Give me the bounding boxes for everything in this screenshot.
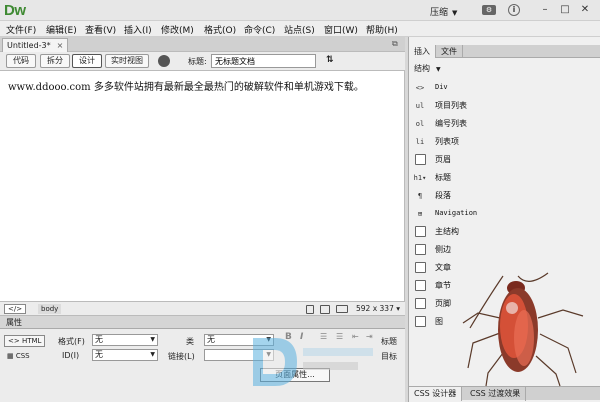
- minimize-button[interactable]: –: [538, 3, 552, 17]
- maximize-button[interactable]: □: [558, 3, 572, 17]
- id-select[interactable]: 无 ▼: [92, 349, 158, 361]
- menu-file[interactable]: 文件(F): [6, 23, 36, 36]
- info-icon[interactable]: i: [508, 4, 520, 16]
- insert-item-label: 章节: [435, 281, 451, 290]
- format-select[interactable]: 无 ▼: [92, 334, 158, 346]
- insert-unordered-list[interactable]: ul 项目列表: [409, 97, 599, 115]
- menu-bar: 文件(F) 编辑(E) 查看(V) 插入(I) 修改(M) 格式(O) 命令(C…: [0, 21, 600, 37]
- window-size[interactable]: 592 x 337 ▾: [356, 304, 400, 313]
- workspace-switcher[interactable]: 压缩 ▼: [430, 5, 457, 18]
- section-icon: [415, 280, 426, 291]
- insert-item-label: 列表项: [435, 137, 459, 146]
- file-management-icon[interactable]: ⇅: [326, 55, 334, 65]
- insert-div[interactable]: <> Div: [409, 79, 599, 97]
- design-view[interactable]: www.ddooo.com 多多软件站拥有最新最全最热门的破解软件和单机游戏下载…: [0, 71, 405, 301]
- menu-window[interactable]: 窗口(W): [324, 23, 358, 36]
- title-bar: Dw 压缩 ▼ ⚙ i – □ ✕: [0, 0, 600, 21]
- ol-icon: ol: [415, 120, 425, 128]
- code-view-button[interactable]: 代码: [6, 54, 36, 68]
- app-logo: Dw: [4, 2, 26, 19]
- footer-icon: [415, 298, 426, 309]
- tab-insert[interactable]: 插入: [409, 45, 436, 58]
- body-tag[interactable]: body: [38, 304, 62, 314]
- id-label: ID(I): [62, 351, 80, 360]
- insert-category-select[interactable]: 结构 ▼: [414, 63, 441, 74]
- menu-modify[interactable]: 修改(M): [161, 23, 194, 36]
- menu-view[interactable]: 查看(V): [85, 23, 116, 36]
- tab-css-designer[interactable]: CSS 设计器: [409, 387, 463, 401]
- document-tab[interactable]: Untitled-3* ×: [2, 38, 69, 52]
- document-title-input[interactable]: [211, 54, 316, 68]
- menu-format[interactable]: 格式(O): [204, 23, 236, 36]
- menu-insert[interactable]: 插入(I): [124, 23, 152, 36]
- nav-icon: ⊞: [417, 210, 423, 218]
- insert-ordered-list[interactable]: ol 编号列表: [409, 115, 599, 133]
- restore-icon[interactable]: ⧉: [392, 39, 398, 49]
- insert-item-label: Div: [435, 83, 448, 91]
- close-button[interactable]: ✕: [578, 3, 592, 17]
- insert-item-label: Navigation: [435, 209, 478, 217]
- insert-aside[interactable]: 侧边: [409, 241, 599, 259]
- figure-icon: [415, 316, 426, 327]
- insert-item-label: 编号列表: [435, 119, 467, 128]
- header-icon: [415, 154, 426, 165]
- properties-title: 属性: [6, 318, 22, 327]
- page-content-text[interactable]: www.ddooo.com 多多软件站拥有最新最全最热门的破解软件和单机游戏下载…: [8, 78, 364, 93]
- heading-icon: h1▾: [413, 174, 427, 182]
- tab-css-transitions[interactable]: CSS 过渡效果: [465, 387, 527, 401]
- insert-item-label: 主结构: [435, 227, 459, 236]
- status-bar: </> body 592 x 337 ▾: [0, 301, 405, 316]
- bottom-tab-bar: CSS 设计器 CSS 过渡效果: [409, 386, 600, 401]
- insert-item-label: 侧边: [435, 245, 451, 254]
- insert-item-label: 页脚: [435, 299, 451, 308]
- panel-tab-bar: 插入 文件: [409, 45, 600, 58]
- insert-item-label: 页眉: [435, 155, 451, 164]
- aside-icon: [415, 244, 426, 255]
- ul-icon: ul: [415, 102, 425, 110]
- settings-icon[interactable]: ⚙: [482, 5, 496, 15]
- menu-command[interactable]: 命令(C): [244, 23, 275, 36]
- globe-icon[interactable]: [158, 55, 170, 67]
- document-toolbar: 代码 拆分 设计 实时视图 标题: ⇅: [0, 52, 405, 71]
- css-mode-button[interactable]: ▦ CSS: [4, 351, 33, 363]
- insert-item-label: 标题: [435, 173, 451, 182]
- insert-heading[interactable]: h1▾ 标题: [409, 169, 599, 187]
- article-icon: [415, 262, 426, 273]
- document-tab-bar: Untitled-3* × ⧉: [0, 37, 405, 52]
- html-mode-button[interactable]: <> HTML: [4, 335, 46, 347]
- insert-item-label: 项目列表: [435, 101, 467, 110]
- main-icon: [415, 226, 426, 237]
- format-label: 格式(F): [58, 337, 85, 346]
- li-icon: li: [415, 138, 425, 146]
- paragraph-icon: ¶: [417, 192, 423, 200]
- design-view-button[interactable]: 设计: [72, 54, 102, 68]
- tablet-size-icon[interactable]: [320, 305, 330, 314]
- div-icon: <>: [415, 84, 425, 92]
- tab-files[interactable]: 文件: [436, 45, 463, 58]
- insert-header[interactable]: 页眉: [409, 151, 599, 169]
- split-view-button[interactable]: 拆分: [40, 54, 70, 68]
- insert-main[interactable]: 主结构: [409, 223, 599, 241]
- insert-item-label: 段落: [435, 191, 451, 200]
- menu-site[interactable]: 站点(S): [284, 23, 315, 36]
- insert-list-item[interactable]: li 列表项: [409, 133, 599, 151]
- watermark-logo: [253, 338, 373, 386]
- close-tab-icon[interactable]: ×: [57, 41, 64, 50]
- cockroach-illustration: [462, 272, 584, 387]
- class-label: 类: [186, 337, 194, 346]
- menu-edit[interactable]: 编辑(E): [46, 23, 77, 36]
- insert-paragraph[interactable]: ¶ 段落: [409, 187, 599, 205]
- insert-item-label: 文章: [435, 263, 451, 272]
- insert-navigation[interactable]: ⊞ Navigation: [409, 205, 599, 223]
- desktop-size-icon[interactable]: [336, 305, 348, 313]
- live-view-button[interactable]: 实时视图: [105, 54, 149, 68]
- insert-item-label: 图: [435, 317, 443, 326]
- link-label: 链接(L): [168, 352, 195, 361]
- menu-help[interactable]: 帮助(H): [366, 23, 398, 36]
- mobile-size-icon[interactable]: [306, 305, 314, 314]
- tag-selector-icon[interactable]: </>: [4, 304, 27, 314]
- title-label: 标题:: [188, 57, 207, 66]
